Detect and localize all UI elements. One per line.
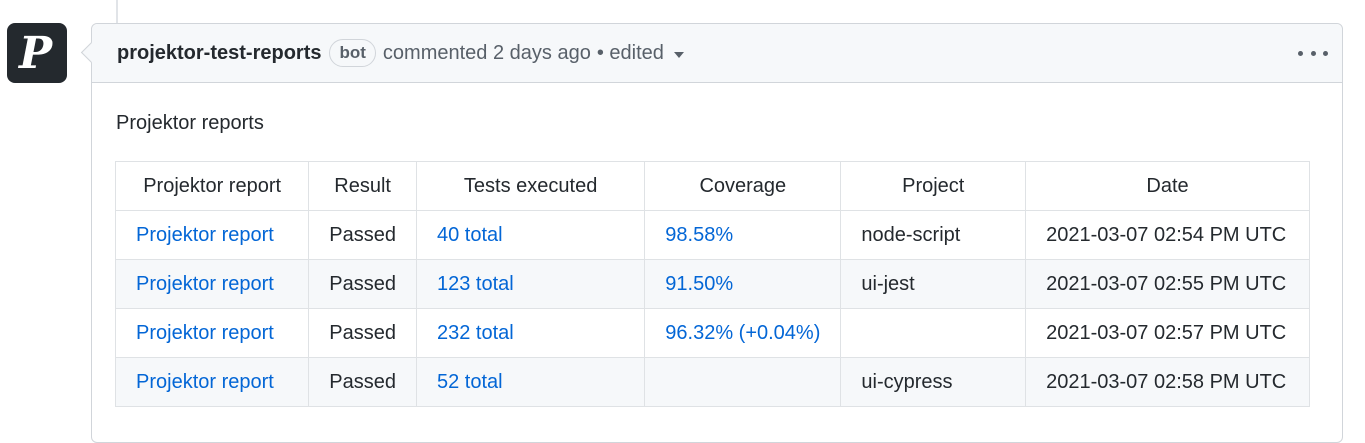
column-header-tests: Tests executed bbox=[415, 161, 646, 211]
tests-executed-link[interactable]: 123 total bbox=[415, 259, 646, 309]
table-row: Projektor report Passed 40 total 98.58% … bbox=[114, 210, 1310, 260]
bot-avatar[interactable]: P bbox=[7, 23, 67, 83]
comment-options-button[interactable] bbox=[1298, 40, 1328, 66]
table-row: Projektor report Passed 123 total 91.50%… bbox=[114, 259, 1310, 309]
date-cell: 2021-03-07 02:58 PM UTC bbox=[1025, 357, 1310, 407]
column-header-date: Date bbox=[1025, 161, 1310, 211]
column-header-project: Project bbox=[840, 161, 1027, 211]
comment-author-link[interactable]: projektor-test-reports bbox=[117, 42, 321, 65]
column-header-result: Result bbox=[308, 161, 417, 211]
table-header-row: Projektor report Result Tests executed C… bbox=[114, 161, 1310, 211]
project-cell: node-script bbox=[840, 210, 1027, 260]
projektor-report-link[interactable]: Projektor report bbox=[114, 210, 310, 260]
projektor-report-table: Projektor report Result Tests executed C… bbox=[114, 161, 1310, 407]
timeline-line bbox=[116, 0, 118, 24]
result-cell: Passed bbox=[308, 210, 417, 260]
projektor-report-link[interactable]: Projektor report bbox=[114, 259, 310, 309]
kebab-horizontal-icon bbox=[1310, 50, 1316, 56]
kebab-horizontal-icon bbox=[1323, 50, 1328, 56]
tests-executed-link[interactable]: 52 total bbox=[415, 357, 646, 407]
result-cell: Passed bbox=[308, 259, 417, 309]
project-cell: ui-jest bbox=[840, 259, 1027, 309]
date-cell: 2021-03-07 02:54 PM UTC bbox=[1025, 210, 1310, 260]
result-cell: Passed bbox=[308, 308, 417, 358]
project-cell: ui-cypress bbox=[840, 357, 1027, 407]
coverage-link[interactable] bbox=[644, 357, 842, 407]
tests-executed-link[interactable]: 232 total bbox=[415, 308, 646, 358]
avatar-letter: P bbox=[18, 27, 52, 79]
kebab-horizontal-icon bbox=[1298, 50, 1303, 56]
result-cell: Passed bbox=[308, 357, 417, 407]
edited-menu-button[interactable]: • edited bbox=[597, 42, 684, 65]
comment-timestamp[interactable]: commented 2 days ago bbox=[383, 42, 591, 65]
report-section-title: Projektor reports bbox=[116, 112, 264, 134]
project-cell bbox=[840, 308, 1027, 358]
comment-header: projektor-test-reports bot commented 2 d… bbox=[92, 24, 1342, 83]
comment-card: projektor-test-reports bot commented 2 d… bbox=[80, 23, 1343, 443]
table-row: Projektor report Passed 232 total 96.32%… bbox=[114, 308, 1310, 358]
column-header-report: Projektor report bbox=[114, 161, 310, 211]
coverage-link[interactable]: 91.50% bbox=[644, 259, 842, 309]
projektor-report-link[interactable]: Projektor report bbox=[114, 308, 310, 358]
table-row: Projektor report Passed 52 total ui-cypr… bbox=[114, 357, 1310, 407]
coverage-link[interactable]: 96.32% (+0.04%) bbox=[644, 308, 842, 358]
date-cell: 2021-03-07 02:55 PM UTC bbox=[1025, 259, 1310, 309]
coverage-link[interactable]: 98.58% bbox=[644, 210, 842, 260]
date-cell: 2021-03-07 02:57 PM UTC bbox=[1025, 308, 1310, 358]
projektor-report-link[interactable]: Projektor report bbox=[114, 357, 310, 407]
tests-executed-link[interactable]: 40 total bbox=[415, 210, 646, 260]
edited-label: • edited bbox=[596, 41, 664, 64]
column-header-coverage: Coverage bbox=[644, 161, 842, 211]
bot-badge: bot bbox=[329, 39, 376, 67]
chevron-down-icon bbox=[673, 52, 684, 58]
